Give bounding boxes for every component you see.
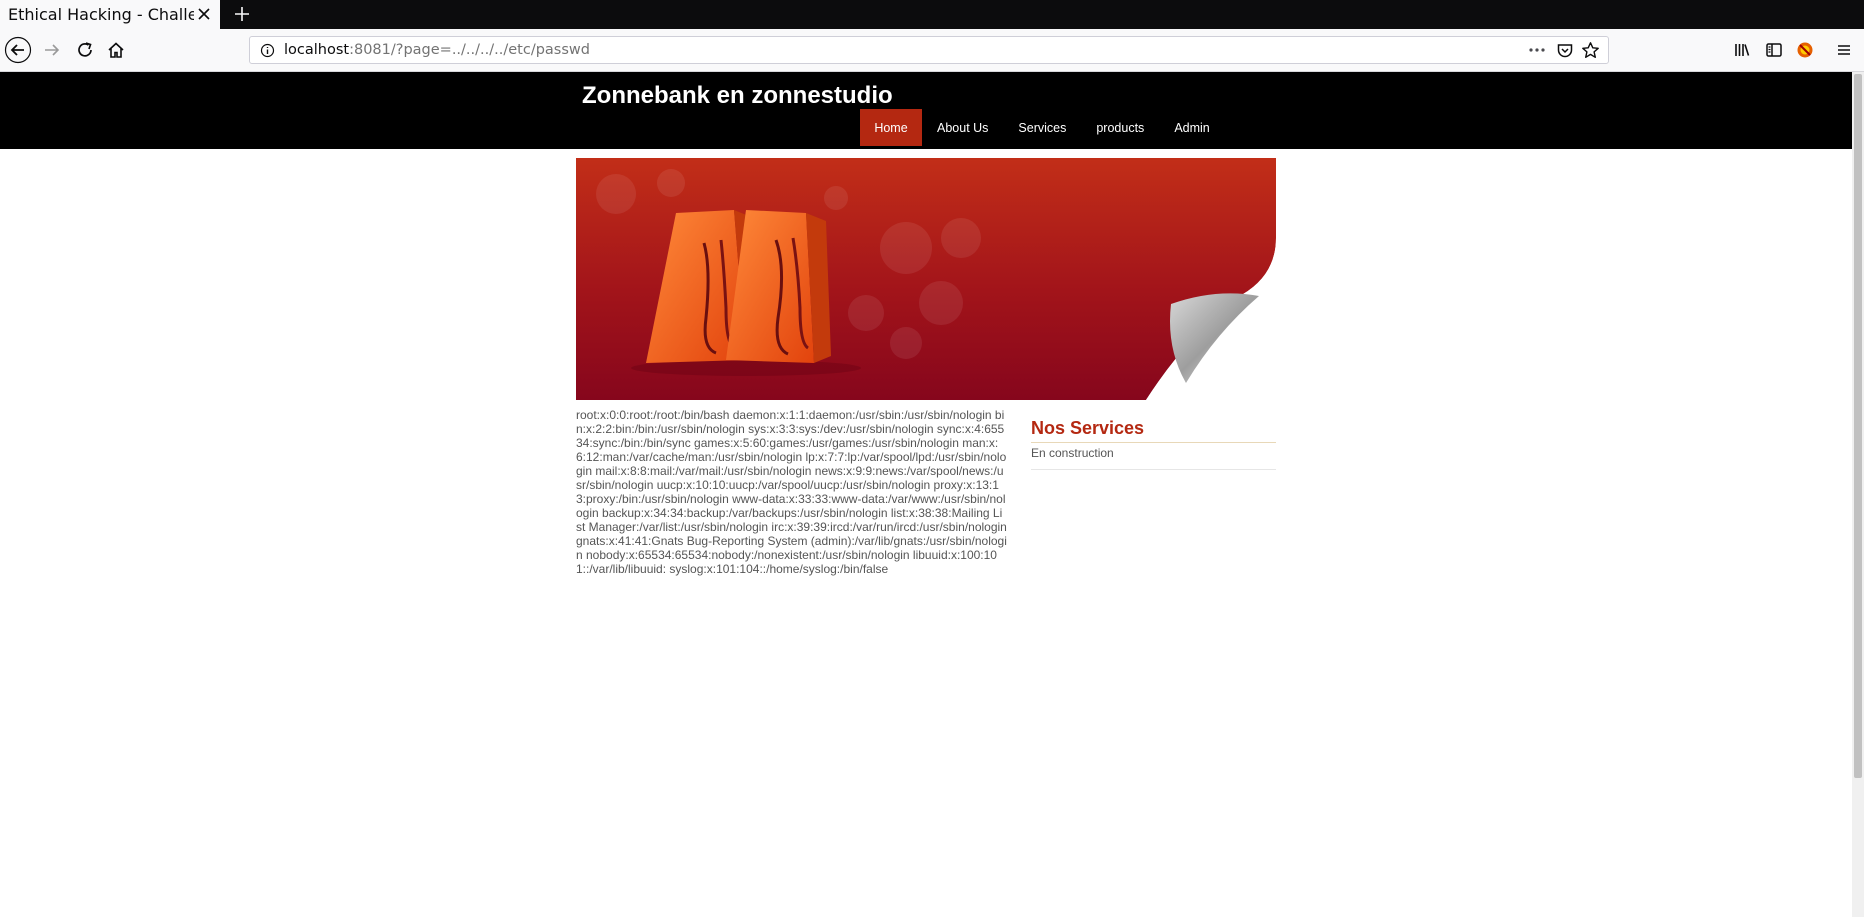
page-scrollbar[interactable] [1852, 72, 1864, 917]
back-icon[interactable] [4, 36, 32, 64]
close-icon[interactable] [194, 4, 214, 24]
banner-image [576, 158, 1276, 400]
nav-admin[interactable]: Admin [1159, 109, 1224, 146]
menu-icon[interactable] [1830, 36, 1858, 64]
nav-services[interactable]: Services [1003, 109, 1081, 146]
nav-home[interactable]: Home [860, 109, 922, 146]
home-icon[interactable] [102, 36, 130, 64]
file-contents: root:x:0:0:root:/root:/bin/bash daemon:x… [576, 408, 1007, 576]
sidebar-icon[interactable] [1760, 36, 1788, 64]
url-text[interactable]: localhost:8081/?page=../../../../etc/pas… [284, 42, 590, 58]
url-host: localhost [284, 42, 350, 58]
tab-bar: Ethical Hacking - Challenge [0, 0, 1864, 29]
site-header: Zonnebank en zonnestudio Home About Us S… [0, 72, 1852, 149]
more-icon[interactable] [1528, 42, 1546, 62]
navigation-toolbar: localhost:8081/?page=../../../../etc/pas… [0, 29, 1864, 72]
url-path: :8081/?page=../../../../etc/passwd [349, 42, 590, 58]
services-sidebar: Nos Services En construction [1031, 418, 1276, 470]
main-nav: Home About Us Services products Admin [860, 109, 1225, 146]
nav-products[interactable]: products [1081, 109, 1159, 146]
site-title: Zonnebank en zonnestudio [582, 82, 893, 109]
extension-icon[interactable] [1791, 36, 1819, 64]
scrollbar-thumb[interactable] [1854, 74, 1862, 778]
page-viewport: Zonnebank en zonnestudio Home About Us S… [0, 72, 1864, 917]
sidebar-text: En construction [1031, 443, 1276, 470]
url-bar[interactable]: localhost:8081/?page=../../../../etc/pas… [249, 36, 1609, 64]
info-icon[interactable] [260, 43, 275, 62]
library-icon[interactable] [1728, 36, 1756, 64]
nav-about-us[interactable]: About Us [922, 109, 1003, 146]
forward-icon[interactable] [38, 36, 66, 64]
pocket-icon[interactable] [1556, 42, 1574, 64]
sidebar-title: Nos Services [1031, 418, 1276, 443]
reload-icon[interactable] [71, 36, 99, 64]
browser-tab[interactable]: Ethical Hacking - Challenge [0, 0, 220, 29]
star-icon[interactable] [1581, 41, 1600, 64]
tab-title: Ethical Hacking - Challenge [8, 5, 194, 24]
plus-icon[interactable] [230, 2, 254, 26]
